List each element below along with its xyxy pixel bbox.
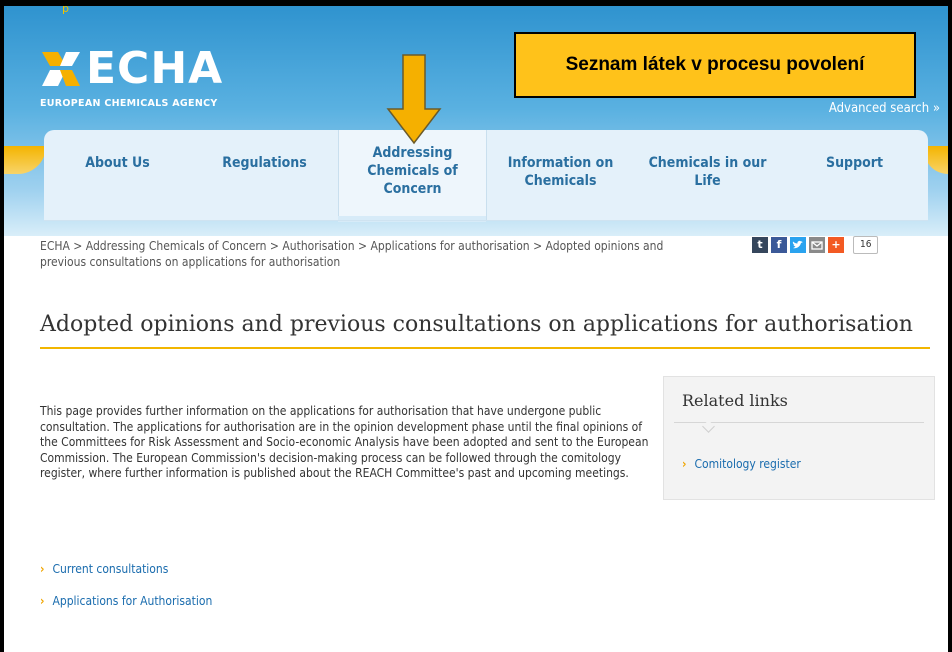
nav-item-chemicals-in-our-life[interactable]: Chemicals in our Life bbox=[634, 130, 781, 220]
comitology-register-link[interactable]: › Comitology register bbox=[682, 457, 801, 471]
nav-item-regulations[interactable]: Regulations bbox=[191, 130, 338, 220]
breadcrumb[interactable]: ECHA > Addressing Chemicals of Concern >… bbox=[40, 238, 700, 270]
nav-active-indicator bbox=[338, 216, 486, 222]
applications-for-authorisation-link[interactable]: › Applications for Authorisation bbox=[40, 594, 212, 608]
nav-divider bbox=[44, 220, 928, 221]
google-plus-icon[interactable]: + bbox=[828, 237, 844, 253]
nav-item-about-us[interactable]: About Us bbox=[44, 130, 191, 220]
top-strip-text: p bbox=[62, 6, 69, 15]
link-label: Current consultations bbox=[52, 562, 169, 576]
nav-item-support[interactable]: Support bbox=[781, 130, 928, 220]
share-bar: t f + 16 bbox=[752, 236, 879, 254]
intro-paragraph: This page provides further information o… bbox=[40, 404, 649, 480]
logo-subtitle: EUROPEAN CHEMICALS AGENCY bbox=[40, 98, 218, 109]
current-consultations-link[interactable]: › Current consultations bbox=[40, 562, 168, 576]
related-links-title: Related links bbox=[682, 391, 788, 410]
title-underline bbox=[40, 347, 930, 349]
site-header: p ECHA EUROPEAN CHEMICALS AGENCY Seznam … bbox=[4, 6, 948, 236]
page-frame: p ECHA EUROPEAN CHEMICALS AGENCY Seznam … bbox=[4, 6, 948, 652]
echa-logo[interactable]: ECHA bbox=[40, 43, 224, 94]
chevron-right-icon: › bbox=[40, 562, 45, 576]
tumblr-icon[interactable]: t bbox=[752, 237, 768, 253]
echa-logo-icon bbox=[42, 52, 80, 86]
main-nav: About Us Regulations Addressing Chemical… bbox=[44, 130, 928, 220]
advanced-search-link[interactable]: Advanced search » bbox=[829, 101, 940, 116]
related-links-box: Related links › Comitology register bbox=[663, 376, 935, 500]
nav-item-information-on-chemicals[interactable]: Information on Chemicals bbox=[487, 130, 634, 220]
logo-text: ECHA bbox=[86, 43, 224, 94]
callout-box: Seznam látek v procesu povolení bbox=[514, 32, 916, 98]
email-icon[interactable] bbox=[809, 237, 825, 253]
facebook-icon[interactable]: f bbox=[771, 237, 787, 253]
link-label: Applications for Authorisation bbox=[52, 594, 213, 608]
header-ribbon-left bbox=[4, 146, 46, 174]
chevron-right-icon: › bbox=[40, 594, 45, 608]
twitter-icon[interactable] bbox=[790, 237, 806, 253]
link-label: Comitology register bbox=[694, 457, 801, 471]
down-arrow-icon bbox=[386, 54, 442, 145]
share-count: 16 bbox=[853, 236, 879, 254]
chevron-right-icon: › bbox=[682, 457, 687, 471]
page-title: Adopted opinions and previous consultati… bbox=[40, 312, 913, 337]
